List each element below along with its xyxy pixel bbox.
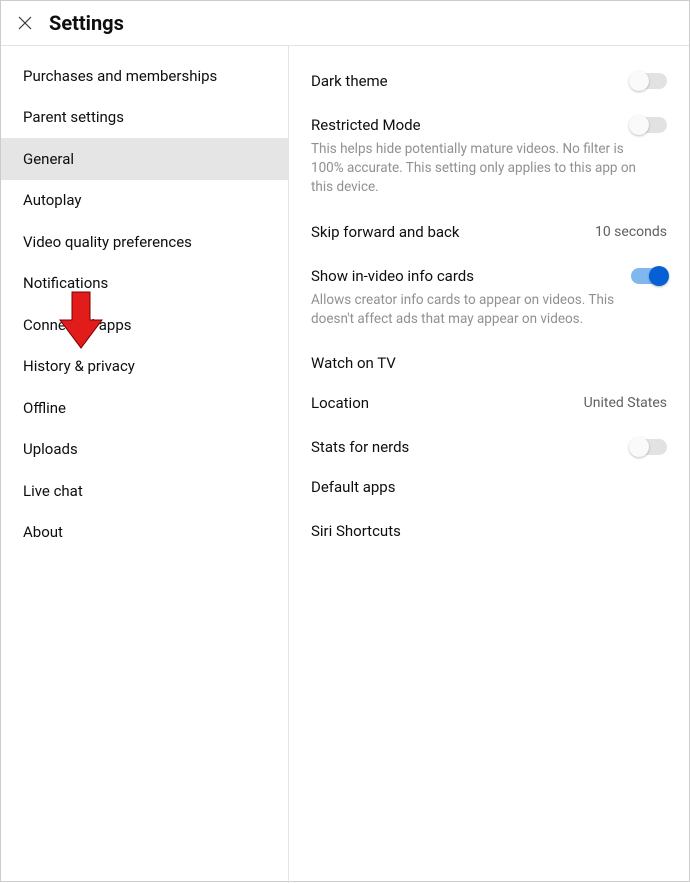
sidebar-item-live-chat[interactable]: Live chat xyxy=(1,470,288,512)
row-stats-nerds[interactable]: Stats for nerds xyxy=(311,438,667,456)
sidebar-item-offline[interactable]: Offline xyxy=(1,387,288,429)
close-icon[interactable] xyxy=(15,13,35,33)
row-watch-tv[interactable]: Watch on TV xyxy=(311,354,667,372)
toggle-dark-theme[interactable] xyxy=(631,73,667,89)
row-label: Siri Shortcuts xyxy=(311,522,401,540)
sidebar-item-video-quality[interactable]: Video quality preferences xyxy=(1,221,288,263)
row-label: Restricted Mode xyxy=(311,116,421,134)
sidebar-item-label: Offline xyxy=(23,399,66,417)
sidebar-item-uploads[interactable]: Uploads xyxy=(1,429,288,471)
row-description: Allows creator info cards to appear on v… xyxy=(311,291,667,329)
sidebar-item-label: Video quality preferences xyxy=(23,233,192,251)
sidebar-item-label: Notifications xyxy=(23,274,108,292)
sidebar-item-general[interactable]: General xyxy=(1,138,288,180)
row-info-cards[interactable]: Show in-video info cards xyxy=(311,267,667,285)
sidebar-item-autoplay[interactable]: Autoplay xyxy=(1,180,288,222)
row-siri-shortcuts[interactable]: Siri Shortcuts xyxy=(311,522,667,540)
sidebar-item-history-privacy[interactable]: History & privacy xyxy=(1,346,288,388)
row-label: Dark theme xyxy=(311,72,388,90)
sidebar-item-label: Uploads xyxy=(23,440,78,458)
row-label: Stats for nerds xyxy=(311,438,409,456)
settings-header: Settings xyxy=(1,1,689,46)
sidebar-item-label: Parent settings xyxy=(23,108,124,126)
sidebar-item-label: Purchases and memberships xyxy=(23,67,217,85)
sidebar-item-connected-apps[interactable]: Connected apps xyxy=(1,304,288,346)
sidebar-item-parent-settings[interactable]: Parent settings xyxy=(1,97,288,139)
row-description: This helps hide potentially mature video… xyxy=(311,140,667,197)
row-skip[interactable]: Skip forward and back 10 seconds xyxy=(311,223,667,241)
row-label: Watch on TV xyxy=(311,354,396,372)
toggle-info-cards[interactable] xyxy=(631,268,667,284)
sidebar-item-label: Live chat xyxy=(23,482,83,500)
sidebar-item-notifications[interactable]: Notifications xyxy=(1,263,288,305)
toggle-stats-nerds[interactable] xyxy=(631,439,667,455)
sidebar-item-about[interactable]: About xyxy=(1,512,288,554)
row-value: United States xyxy=(584,395,667,411)
row-label: Location xyxy=(311,394,369,412)
row-label: Default apps xyxy=(311,478,395,496)
sidebar-item-label: General xyxy=(23,150,74,168)
row-value: 10 seconds xyxy=(595,224,667,240)
row-dark-theme[interactable]: Dark theme xyxy=(311,72,667,90)
row-label: Show in-video info cards xyxy=(311,267,474,285)
sidebar-item-label: History & privacy xyxy=(23,357,135,375)
row-default-apps[interactable]: Default apps xyxy=(311,478,667,496)
sidebar-item-label: Autoplay xyxy=(23,191,82,209)
settings-main: Dark theme Restricted Mode This helps hi… xyxy=(289,46,689,883)
toggle-restricted-mode[interactable] xyxy=(631,117,667,133)
settings-sidebar: Purchases and memberships Parent setting… xyxy=(1,46,289,883)
sidebar-item-label: About xyxy=(23,523,63,541)
sidebar-item-label: Connected apps xyxy=(23,316,131,334)
page-title: Settings xyxy=(49,11,124,35)
sidebar-item-purchases[interactable]: Purchases and memberships xyxy=(1,55,288,97)
row-label: Skip forward and back xyxy=(311,223,460,241)
row-restricted-mode[interactable]: Restricted Mode xyxy=(311,116,667,134)
row-location[interactable]: Location United States xyxy=(311,394,667,412)
